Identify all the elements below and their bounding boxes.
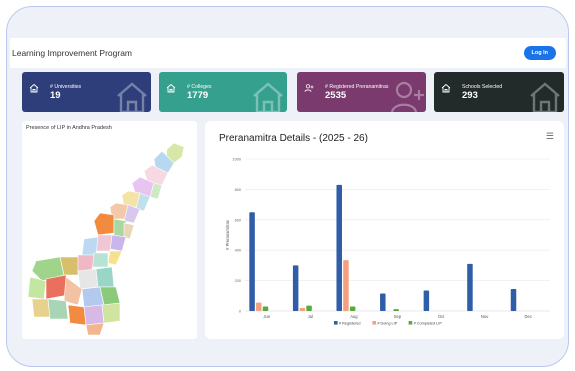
top-navbar: Learning Improvement Program Log In xyxy=(10,38,566,68)
home-icon xyxy=(117,82,147,112)
card-colleges[interactable]: # Colleges 1779 xyxy=(159,72,287,112)
bar xyxy=(380,293,386,311)
map-district xyxy=(123,222,135,240)
card-value: 1779 xyxy=(187,90,209,101)
y-tick-label: 0 xyxy=(239,310,241,314)
y-tick-label: 400 xyxy=(235,249,241,253)
bar xyxy=(423,290,430,311)
bar xyxy=(510,288,517,311)
card-value: 293 xyxy=(462,90,478,101)
map-panel: Presence of LIP in Andhra Pradesh xyxy=(22,121,197,339)
map-district xyxy=(107,250,123,266)
x-tick-label: Aug xyxy=(350,314,358,319)
bar xyxy=(292,265,299,311)
y-tick-label: 600 xyxy=(235,218,241,222)
y-tick-label: 800 xyxy=(235,188,241,192)
card-value: 2535 xyxy=(325,90,347,101)
map-district xyxy=(31,298,51,318)
home-icon xyxy=(29,83,39,93)
map-district xyxy=(67,304,87,326)
legend-label: # Doing LIP xyxy=(377,321,397,325)
x-tick-label: Jul xyxy=(308,314,313,319)
x-tick-label: Jun xyxy=(263,314,270,319)
map-panel-title: Presence of LIP in Andhra Pradesh xyxy=(26,125,112,131)
map-district xyxy=(95,266,115,288)
card-value: 19 xyxy=(50,90,61,101)
x-tick-label: Oct xyxy=(438,314,445,319)
bar-chart: 0 200 400 600 800 1000 # Preranamitras Jun Jul Au… xyxy=(225,158,550,325)
legend-swatch xyxy=(372,321,376,325)
legend-swatch xyxy=(334,321,338,325)
user-add-icon xyxy=(304,84,314,92)
map-district xyxy=(83,304,105,326)
card-schools-selected[interactable]: Schools Selected 293 xyxy=(434,72,564,112)
card-universities[interactable]: # Universities 19 xyxy=(22,72,151,112)
map-district xyxy=(47,298,69,320)
home-icon xyxy=(530,82,560,112)
legend-label: # Registered xyxy=(339,321,361,325)
map-district xyxy=(91,252,109,268)
bar xyxy=(299,307,306,311)
bar xyxy=(349,306,356,311)
map-district xyxy=(109,234,127,252)
bar xyxy=(467,263,473,311)
x-tick-label: Sep xyxy=(394,314,402,319)
bar xyxy=(336,184,342,311)
map-district xyxy=(93,212,115,236)
summary-cards: # Universities 19 # Colleges 1779 # Regi… xyxy=(22,72,564,112)
app-title: Learning Improvement Program xyxy=(12,48,133,58)
map-district xyxy=(85,322,105,336)
home-icon xyxy=(441,83,451,93)
login-button[interactable]: Log In xyxy=(523,46,556,60)
map-district xyxy=(77,268,99,290)
map-district xyxy=(101,302,121,324)
bar xyxy=(256,302,262,311)
bar xyxy=(343,260,349,311)
chart-panel: Preranamitra Details - (2025 - 26) ☰ 0 20… xyxy=(205,121,564,339)
map-district xyxy=(27,276,47,300)
legend-label: # Completed LIP xyxy=(414,321,443,325)
user-add-icon xyxy=(391,81,424,112)
bar xyxy=(249,212,255,311)
x-tick-label: Dec xyxy=(524,314,531,319)
x-tick-label: Nov xyxy=(481,314,489,319)
legend-swatch xyxy=(408,321,413,325)
y-axis-label: # Preranamitras xyxy=(225,220,230,250)
bar xyxy=(306,305,312,311)
bar xyxy=(393,309,399,311)
map-district xyxy=(81,236,99,256)
home-icon xyxy=(166,83,176,93)
bar xyxy=(262,306,269,311)
y-tick-label: 200 xyxy=(235,279,241,283)
home-icon xyxy=(253,82,283,112)
map-district xyxy=(95,234,113,252)
andhra-pradesh-map[interactable] xyxy=(24,141,196,337)
card-registered-preranamitras[interactable]: # Registered Preranamitras 2535 xyxy=(297,72,426,112)
map-district xyxy=(75,254,95,272)
y-tick-label: 1000 xyxy=(233,158,241,162)
